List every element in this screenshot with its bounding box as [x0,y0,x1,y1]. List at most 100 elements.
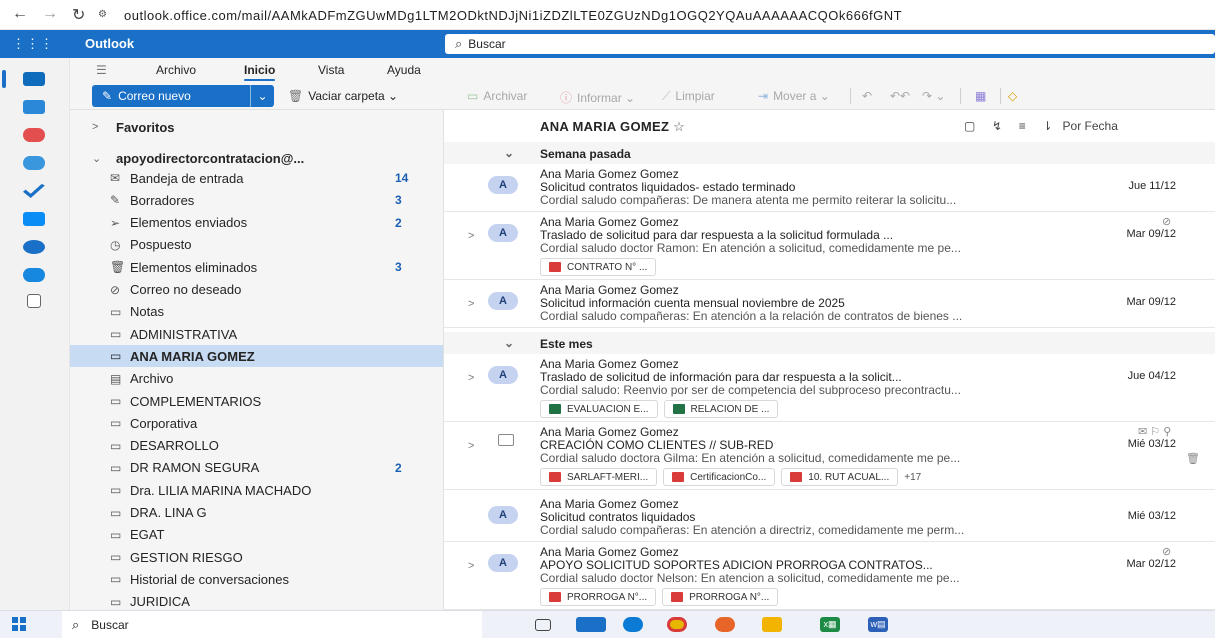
forward-mail-icon[interactable]: ↷ ⌄ [922,89,945,103]
message-row[interactable]: > A Ana Maria Gomez Gomez Traslado de solic… [444,354,1215,422]
copilot-icon[interactable] [23,128,45,142]
folder-item[interactable]: ▭ EGAT [70,524,443,546]
delete-icon[interactable]: 🗑 [1186,452,1200,465]
jump-icon[interactable]: ↯ [992,119,1002,133]
tab-archivo[interactable]: Archivo [156,63,196,77]
folder-item[interactable]: ▭ DR RAMON SEGURA 2 [70,457,443,479]
todo-icon[interactable] [23,184,45,198]
search-box[interactable]: ⌕ Buscar [445,34,1215,54]
teams-icon[interactable]: ▦ [975,89,986,103]
start-icon[interactable] [12,617,26,631]
attachment-chip[interactable]: PRORROGA N°... [662,588,779,606]
attachment-chip[interactable]: SARLAFT-MERI... [540,468,658,486]
files-icon[interactable] [23,212,45,226]
quick-actions-icon[interactable]: ✉ ⚐ ⚲ [1138,425,1171,438]
message-row[interactable]: > A Ana Maria Gomez Gomez APOYO SOLICITUD S… [444,542,1215,610]
folder-item[interactable]: ✎ Borradores 3 [70,189,443,211]
back-icon[interactable]: ← [12,5,28,23]
expand-icon[interactable]: > [468,560,474,572]
select-checkbox[interactable] [498,434,514,446]
more-apps-icon[interactable] [27,294,41,308]
message-row[interactable]: > A Ana Maria Gomez Gomez Solicitud informa… [444,280,1215,328]
tab-vista[interactable]: Vista [318,63,344,77]
sort-label[interactable]: Por Fecha [1063,119,1118,133]
sort-icon[interactable]: ⇂ [1042,119,1052,133]
message-preview: Cordial saludo doctor Nelson: En atencio… [540,571,960,585]
archive-button[interactable]: ▭ Archivar [467,89,527,103]
folder-item[interactable]: ▭ ADMINISTRATIVA [70,323,443,345]
folder-item[interactable]: 🗑 Elementos eliminados 3 [70,256,443,278]
taskbar-search[interactable]: ⌕ Buscar [62,611,482,639]
word-icon[interactable]: w▤ [868,617,888,632]
people-icon[interactable] [23,156,45,170]
filter-icon[interactable]: ≡ [1019,119,1026,133]
message-row[interactable]: > A Ana Maria Gomez Gomez Traslado de solic… [444,212,1215,280]
move-to-button[interactable]: ⇥ Mover a ⌄ [758,89,830,103]
folder-item[interactable]: ▭ Notas [70,301,443,323]
address-bar[interactable]: ⚙ outlook.office.com/mail/AAMkADFmZGUwMD… [98,4,1215,26]
new-mail-button[interactable]: ✎ Correo nuevo ⌄ [92,85,274,107]
attachment-chip[interactable]: CONTRATO N° ... [540,258,657,276]
tab-inicio[interactable]: Inicio [244,63,276,81]
attachment-chip[interactable]: PRORROGA N°... [540,588,657,606]
message-row[interactable]: A Ana Maria Gomez Gomez Solicitud contrato… [444,494,1215,542]
more-attachments[interactable]: +17 [904,472,921,483]
new-mail-dropdown-icon[interactable]: ⌄ [250,85,274,107]
folder-label: EGAT [130,527,165,543]
attachment-chip[interactable]: RELACION DE ... [663,400,779,418]
mail-app-icon[interactable] [576,617,606,632]
reply-icon[interactable]: ↶ [862,89,872,103]
attachment-chip[interactable]: CertificacionCo... [663,468,776,486]
app-launcher-icon[interactable]: ⋮⋮⋮ [12,36,54,52]
reply-all-icon[interactable]: ↶↶ [890,89,910,103]
group-header[interactable]: ⌄ Este mes [444,332,1215,354]
attachment-chip[interactable]: EVALUACION E... [540,400,658,418]
group-header[interactable]: ⌄ Semana pasada [444,142,1215,164]
folder-item[interactable]: ⊘ Correo no deseado [70,279,443,301]
chrome-icon[interactable] [667,617,687,632]
site-info-icon[interactable]: ⚙ [98,9,114,21]
folder-item[interactable]: ▭ Corporativa [70,412,443,434]
folder-item[interactable]: ✉ Bandeja de entrada 14 [70,167,443,189]
org-icon[interactable] [23,240,45,254]
folder-item[interactable]: ▭ Dra. LILIA MARINA MACHADO [70,479,443,501]
onedrive-icon[interactable] [23,268,45,282]
draft-icon: ✎ [110,193,121,208]
file-explorer-icon[interactable] [762,617,782,632]
message-row[interactable]: > Ana Maria Gomez Gomez CREACIÓN COMO CLIE… [444,422,1215,490]
menu-icon[interactable]: ☰ [96,63,107,77]
attachment-chip[interactable]: 10. RUT ACUAL... [781,468,899,486]
folder-item[interactable]: ▭ ANA MARIA GOMEZ [70,345,443,368]
account-header[interactable]: ⌄ apoyodirectorcontratacion@... [70,147,443,169]
empty-folder-button[interactable]: 🗑 Vaciar carpeta ⌄ [288,89,398,103]
expand-icon[interactable]: > [468,298,474,310]
folder-item[interactable]: ➢ Elementos enviados 2 [70,212,443,234]
expand-icon[interactable]: > [468,372,474,384]
folder-item[interactable]: ◷ Pospuesto [70,234,443,256]
select-icon[interactable]: ▢ [964,119,975,133]
calendar-icon[interactable] [23,100,45,114]
folder-item[interactable]: ▭ DRA. LINA G [70,502,443,524]
clean-button[interactable]: ⟋ Limpiar [662,89,715,104]
folder-item[interactable]: ▭ Historial de conversaciones [70,568,443,590]
excel-icon[interactable]: x▦ [820,617,840,632]
tag-icon[interactable]: ◇ [1008,89,1017,103]
task-view-icon[interactable] [535,619,551,631]
folder-item[interactable]: ▭ GESTION RIESGO [70,546,443,568]
favorites-header[interactable]: > Favoritos [70,116,443,138]
folder-item[interactable]: ▤ Archivo [70,368,443,390]
firefox-icon[interactable] [715,617,735,632]
reload-icon[interactable]: ↻ [72,5,85,25]
edge-icon[interactable] [623,617,643,632]
forward-icon[interactable]: → [42,5,58,23]
attachment-name: 10. RUT ACUAL... [808,471,890,483]
folder-item[interactable]: ▭ DESARROLLO [70,435,443,457]
tab-ayuda[interactable]: Ayuda [387,63,421,77]
report-button[interactable]: ⓘ Informar ⌄ [560,89,635,106]
expand-icon[interactable]: > [468,230,474,242]
expand-icon[interactable]: > [468,440,474,452]
mail-icon[interactable] [23,72,45,86]
folder-item[interactable]: ▭ COMPLEMENTARIOS [70,390,443,412]
star-icon[interactable]: ☆ [673,119,685,134]
message-row[interactable]: A Ana Maria Gomez Gomez Solicitud contrato… [444,164,1215,212]
